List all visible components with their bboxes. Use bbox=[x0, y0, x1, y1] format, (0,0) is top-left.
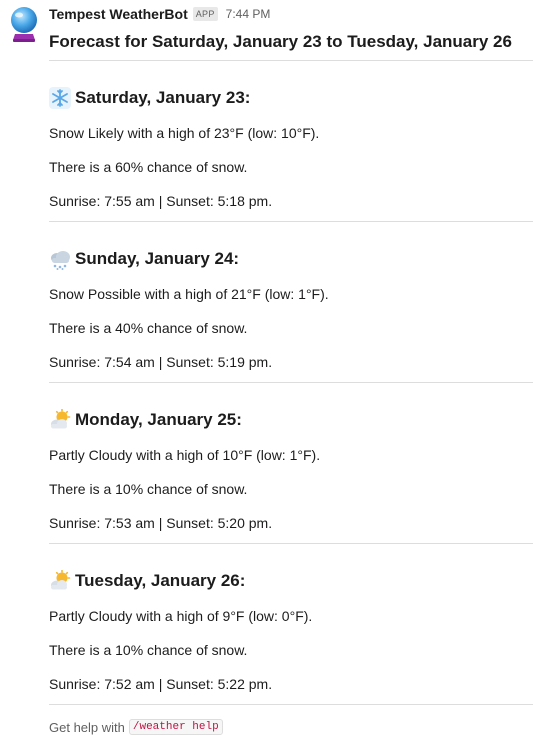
day-heading-label: Saturday, January 23: bbox=[75, 88, 251, 107]
snow-cloud-icon bbox=[51, 251, 70, 270]
forecast-title: Forecast for Saturday, January 23 to Tue… bbox=[49, 32, 512, 51]
snowflake-icon bbox=[49, 87, 71, 109]
divider bbox=[49, 704, 533, 705]
day-heading-label: Tuesday, January 26: bbox=[75, 571, 246, 590]
help-command[interactable]: /weather help bbox=[128, 719, 223, 735]
precip-chance: There is a 40% chance of snow. bbox=[49, 320, 248, 336]
day-heading: Monday, January 25: bbox=[49, 408, 242, 432]
help-footer: Get help with /weather help bbox=[49, 719, 223, 735]
crystal-ball-icon bbox=[11, 7, 37, 42]
help-text: Get help with bbox=[49, 719, 125, 735]
day-heading: Saturday, January 23: bbox=[49, 86, 250, 110]
forecast-summary: Snow Possible with a high of 21°F (low: … bbox=[49, 286, 329, 302]
day-heading: Sunday, January 24: bbox=[49, 247, 239, 271]
day-heading-label: Monday, January 25: bbox=[75, 410, 242, 429]
avatar[interactable] bbox=[8, 6, 40, 42]
sunrise-sunset: Sunrise: 7:54 am | Sunset: 5:19 pm. bbox=[49, 354, 273, 370]
precip-chance: There is a 10% chance of snow. bbox=[49, 481, 248, 497]
forecast-summary: Partly Cloudy with a high of 10°F (low: … bbox=[49, 447, 321, 463]
message-timestamp[interactable]: 7:44 PM bbox=[226, 7, 271, 21]
bot-name[interactable]: Tempest WeatherBot bbox=[49, 6, 188, 22]
forecast-day: Saturday, January 23: Snow Likely with a… bbox=[49, 61, 533, 221]
forecast-day: Sunday, January 24: Snow Possible with a… bbox=[49, 222, 533, 382]
precip-chance: There is a 60% chance of snow. bbox=[49, 159, 248, 175]
app-badge: APP bbox=[192, 7, 218, 21]
day-heading-label: Sunday, January 24: bbox=[75, 249, 240, 268]
message-header: Tempest WeatherBot APP 7:44 PM bbox=[49, 0, 533, 27]
sunrise-sunset: Sunrise: 7:55 am | Sunset: 5:18 pm. bbox=[49, 193, 273, 209]
partly-cloudy-icon bbox=[51, 409, 71, 429]
day-heading: Tuesday, January 26: bbox=[49, 569, 245, 593]
forecast-day: Monday, January 25: Partly Cloudy with a… bbox=[49, 383, 533, 543]
forecast-summary: Partly Cloudy with a high of 9°F (low: 0… bbox=[49, 608, 313, 624]
partly-cloudy-icon bbox=[51, 570, 71, 590]
sunrise-sunset: Sunrise: 7:52 am | Sunset: 5:22 pm. bbox=[49, 676, 273, 692]
forecast-summary: Snow Likely with a high of 23°F (low: 10… bbox=[49, 125, 320, 141]
message-content: Tempest WeatherBot APP 7:44 PM Forecast … bbox=[49, 0, 533, 705]
sunrise-sunset: Sunrise: 7:53 am | Sunset: 5:20 pm. bbox=[49, 515, 273, 531]
precip-chance: There is a 10% chance of snow. bbox=[49, 642, 248, 658]
forecast-day: Tuesday, January 26: Partly Cloudy with … bbox=[49, 544, 533, 704]
